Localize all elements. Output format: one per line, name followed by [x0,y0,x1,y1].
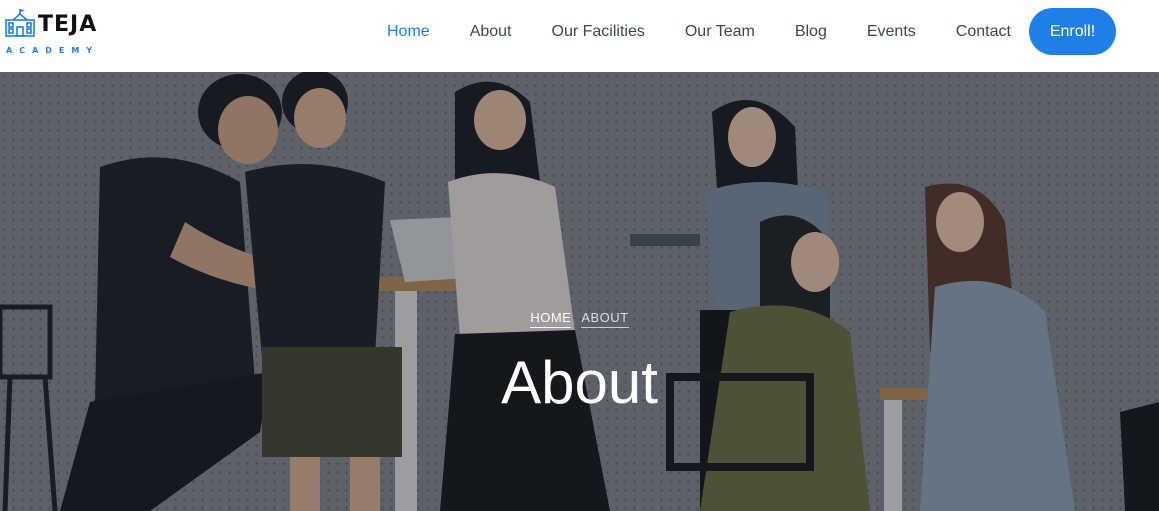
nav-link-our-team[interactable]: Our Team [685,23,755,41]
brand-title: TEJA [38,12,98,37]
brand-subtitle: ACADEMY [6,46,100,55]
hero-banner: HOME ABOUT About [0,72,1159,511]
nav-link-about[interactable]: About [470,23,512,41]
hero-dark-overlay [0,72,1159,511]
breadcrumb-current: ABOUT [581,310,629,328]
nav-link-blog[interactable]: Blog [795,23,827,41]
enroll-button[interactable]: Enroll! [1029,8,1116,55]
nav-link-contact[interactable]: Contact [956,23,1011,41]
nav-link-home[interactable]: Home [387,23,430,41]
nav-link-events[interactable]: Events [867,23,916,41]
nav-link-our-facilities[interactable]: Our Facilities [552,23,645,41]
breadcrumb-home-link[interactable]: HOME [530,310,572,328]
brand-logo[interactable]: TEJA ACADEMY [4,4,114,64]
school-building-icon [5,9,35,37]
breadcrumb: HOME ABOUT [0,310,1159,328]
top-navbar: TEJA ACADEMY Home About Our Facilities O… [0,0,1159,72]
main-menu: Home About Our Facilities Our Team Blog … [367,0,1031,64]
page-title: About [501,349,658,416]
